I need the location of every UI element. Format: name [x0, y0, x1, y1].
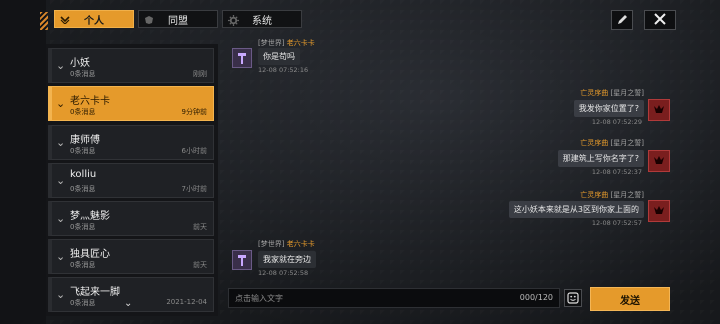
chevron-down-icon: ⌄: [56, 97, 66, 110]
alliance-icon: [143, 14, 155, 26]
message-sender: [梦世界] 老六卡卡: [258, 239, 315, 249]
conversation-unread: 0条消息: [70, 299, 96, 307]
tab-personal[interactable]: 个人: [54, 10, 134, 28]
message-bubble: 你是苟吗: [258, 48, 300, 65]
message-sender: 亡灵序曲 [星月之誓]: [580, 88, 644, 98]
conversation-name: 飞起来一脚: [70, 287, 120, 298]
conversation-time: 9分钟前: [181, 108, 207, 116]
sender-name: 亡灵序曲: [580, 89, 609, 97]
conversation-unread: 0条消息: [70, 223, 96, 231]
emoji-button[interactable]: [564, 289, 582, 307]
conversation-name: 老六卡卡: [70, 96, 110, 107]
tab-system[interactable]: 系统: [222, 10, 302, 28]
avatar[interactable]: [232, 250, 252, 270]
message-time: 12-08 07:52:58: [258, 269, 309, 277]
conversation-item-active[interactable]: ⌄ 老六卡卡 0条消息 9分钟前: [48, 86, 214, 121]
conversation-item[interactable]: ⌄ 独具匠心 0条消息 前天: [48, 239, 214, 274]
conversation-time: 前天: [193, 261, 207, 269]
chevron-down-icon: ⌄: [56, 174, 66, 187]
edit-button[interactable]: [611, 10, 633, 30]
message-sender: 亡灵序曲 [星月之誓]: [580, 190, 644, 200]
tab-system-label: 系统: [252, 15, 272, 27]
conversation-item[interactable]: ⌄ 康师傅 0条消息 6小时前: [48, 125, 214, 160]
conversation-unread: 0条消息: [70, 70, 96, 78]
chevron-down-icon: ⌄: [56, 288, 66, 301]
emoji-icon: [567, 289, 579, 308]
message-time: 12-08 07:52:57: [591, 219, 642, 227]
sender-name: 亡灵序曲: [580, 191, 609, 199]
avatar[interactable]: [648, 150, 670, 172]
tab-alliance-label: 同盟: [168, 15, 188, 27]
message-time: 12-08 07:52:29: [591, 118, 642, 126]
conversation-time: 前天: [193, 223, 207, 231]
conversation-name: kolliu: [70, 169, 97, 180]
left-edge-panel: [0, 0, 46, 324]
sender-name: 老六卡卡: [286, 39, 315, 47]
close-icon: [653, 11, 667, 30]
chevron-down-icon: ⌄: [56, 59, 66, 72]
pencil-icon: [616, 11, 628, 30]
conversation-unread: 0条消息: [70, 108, 96, 116]
message-bubble: 那建筑上写你名字了?: [557, 150, 644, 167]
conversation-time: 刚刚: [193, 70, 207, 78]
hammer-icon: [238, 53, 246, 64]
close-button[interactable]: [644, 10, 676, 30]
send-button[interactable]: 发送: [590, 287, 670, 311]
message-time: 12-08 07:52:16: [258, 66, 309, 74]
accent-stripe: [40, 12, 48, 30]
avatar[interactable]: [648, 99, 670, 121]
sender-tag: [星月之誓]: [610, 139, 644, 147]
conversation-name: 梦灬魅影: [70, 211, 110, 222]
conversation-time: 6小时前: [181, 147, 207, 155]
chevron-down-icon: ⌄: [56, 212, 66, 225]
skull-icon: [654, 105, 664, 113]
conversation-item[interactable]: ⌄ 小妖 0条消息 刚刚: [48, 48, 214, 83]
conversation-time: 2021-12-04: [166, 298, 207, 306]
sender-tag: [梦世界]: [258, 39, 285, 47]
chevron-down-icon: ⌄: [56, 136, 66, 149]
sender-name: 老六卡卡: [286, 240, 315, 248]
conversation-unread: 0条消息: [70, 185, 96, 193]
tab-alliance[interactable]: 同盟: [138, 10, 218, 28]
message-input-bar: 000/120: [228, 288, 560, 308]
message-bubble: 这小妖本来就是从3区到你家上面的: [508, 201, 644, 218]
tab-personal-label: 个人: [84, 15, 104, 27]
conversation-name: 小妖: [70, 58, 90, 69]
conversation-unread: 0条消息: [70, 147, 96, 155]
message-input[interactable]: [235, 292, 495, 305]
conversation-list: ⌄ 小妖 0条消息 刚刚 ⌄ 老六卡卡 0条消息 9分钟前 ⌄ 康师傅 0条消息…: [46, 44, 218, 316]
hammer-icon: [238, 255, 246, 266]
gear-icon: [227, 14, 239, 26]
avatar[interactable]: [232, 48, 252, 68]
message-sender: [梦世界] 老六卡卡: [258, 38, 315, 48]
sender-name: 亡灵序曲: [580, 139, 609, 147]
sender-tag: [梦世界]: [258, 240, 285, 248]
message-bubble: 我发你家位置了?: [573, 100, 644, 117]
conversation-time: 7小时前: [181, 185, 207, 193]
message-time: 12-08 07:52:37: [591, 168, 642, 176]
chevron-down-icon: ⌄: [56, 250, 66, 263]
conversation-unread: 0条消息: [70, 261, 96, 269]
sender-tag: [星月之誓]: [610, 191, 644, 199]
conversation-name: 独具匠心: [70, 249, 110, 260]
skull-icon: [654, 156, 664, 164]
tab-bar: 个人 同盟 系统: [54, 10, 302, 28]
char-count: 000/120: [519, 293, 553, 302]
scroll-down-icon[interactable]: ⌄: [124, 298, 132, 309]
avatar[interactable]: [648, 200, 670, 222]
chevron-down-icon: [59, 14, 71, 26]
conversation-item[interactable]: ⌄ 梦灬魅影 0条消息 前天: [48, 201, 214, 236]
skull-icon: [654, 206, 664, 214]
message-bubble: 我家就在旁边: [258, 251, 316, 268]
sender-tag: [星月之誓]: [610, 89, 644, 97]
chat-area: [梦世界] 老六卡卡 你是苟吗 12-08 07:52:16 亡灵序曲 [星月之…: [224, 38, 676, 280]
message-sender: 亡灵序曲 [星月之誓]: [580, 138, 644, 148]
conversation-item[interactable]: ⌄ kolliu 0条消息 7小时前: [48, 163, 214, 198]
conversation-name: 康师傅: [70, 135, 100, 146]
